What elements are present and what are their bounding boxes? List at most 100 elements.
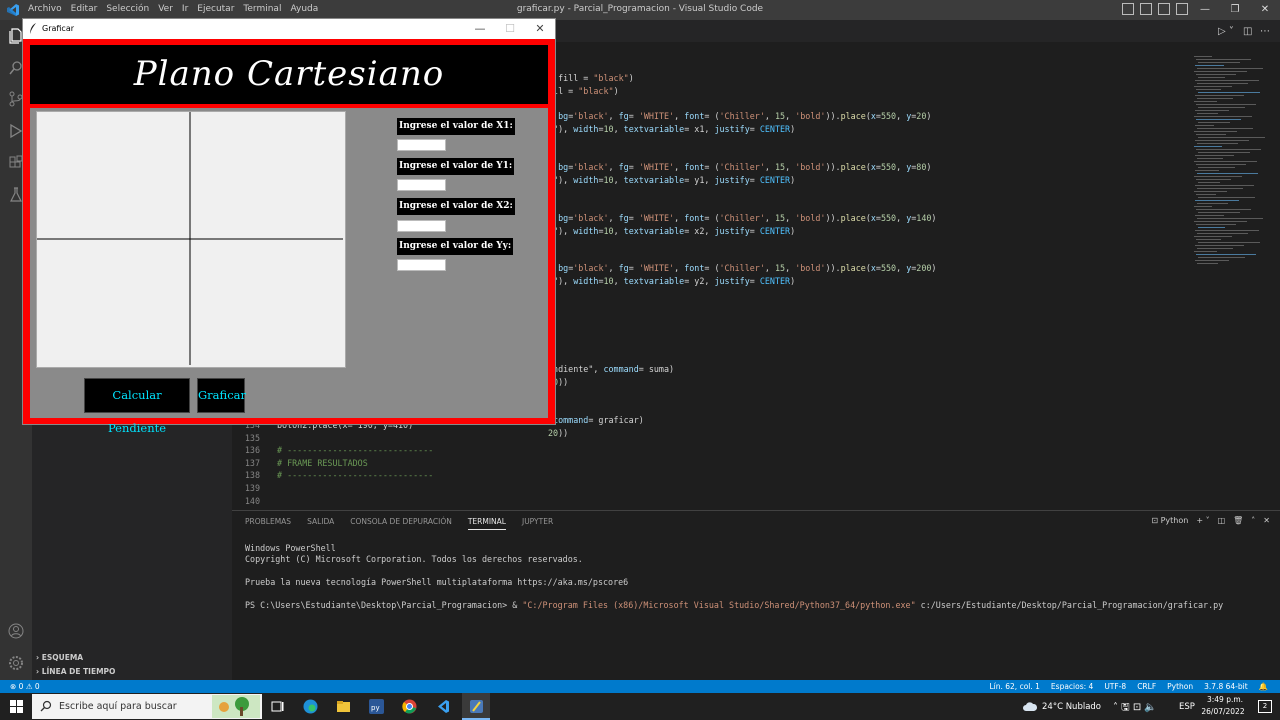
vscode-titlebar: Archivo Editar Selección Ver Ir Ejecutar Termi… xyxy=(0,0,1280,20)
minimize-icon[interactable]: — xyxy=(1190,0,1220,20)
panel-tab[interactable]: TERMINAL xyxy=(467,517,506,530)
run-python-icon[interactable]: ▷ ˅ xyxy=(1218,26,1234,37)
terminal-python-label[interactable]: ⊡ Python xyxy=(1151,516,1188,525)
notifications-icon[interactable]: 2 xyxy=(1258,700,1272,713)
minimap-line xyxy=(1195,200,1239,201)
panel-tab[interactable]: PROBLEMAS xyxy=(245,517,291,530)
minimap-line xyxy=(1197,98,1233,99)
code-line: endiente", command= suma) xyxy=(548,364,675,374)
toggle-sidebar-icon[interactable] xyxy=(1122,3,1134,15)
minimize-icon[interactable]: — xyxy=(465,19,495,39)
tray-icons[interactable]: ˄ 🖫 ⊡ 🔈 xyxy=(1113,700,1157,717)
status-item[interactable]: 3.7.8 64-bit xyxy=(1204,682,1248,691)
minimap-line xyxy=(1197,188,1243,189)
cartesian-canvas[interactable] xyxy=(36,111,346,368)
status-item[interactable]: Espacios: 4 xyxy=(1051,682,1093,691)
label-y2: Ingrese el valor de Yy: xyxy=(397,238,514,255)
minimap-line xyxy=(1197,248,1233,249)
graficar-button[interactable]: Graficar xyxy=(197,378,246,413)
minimap-line xyxy=(1198,242,1260,243)
split-editor-icon[interactable]: ◫ xyxy=(1243,26,1252,37)
kill-terminal-icon[interactable]: 🗑 xyxy=(1233,516,1243,525)
close-icon[interactable]: ✕ xyxy=(525,19,555,39)
status-item[interactable]: Python xyxy=(1167,682,1193,691)
maximize-panel-icon[interactable]: ˄ xyxy=(1251,516,1255,525)
minimap-line xyxy=(1195,80,1259,81)
status-item[interactable]: UTF-8 xyxy=(1104,682,1126,691)
split-terminal-icon[interactable]: ◫ xyxy=(1218,516,1226,525)
minimap-line xyxy=(1195,155,1234,156)
restore-icon[interactable]: ❐ xyxy=(1220,0,1250,20)
tk-window-title: Graficar xyxy=(42,24,75,33)
screen: Archivo Editar Selección Ver Ir Ejecutar Termi… xyxy=(0,0,1280,720)
minimap-line xyxy=(1196,119,1241,120)
panel-tab[interactable]: CONSOLA DE DEPURACIÓN xyxy=(350,517,452,530)
minimap-line xyxy=(1195,245,1244,246)
panel-tab[interactable]: JUPYTER xyxy=(522,517,553,530)
customize-layout-icon[interactable] xyxy=(1176,3,1188,15)
weather-text[interactable]: 24°C Nublado xyxy=(1042,702,1101,712)
timeline-label: LÍNEA DE TIEMPO xyxy=(41,667,116,676)
vscode-taskbar-icon[interactable] xyxy=(435,699,450,714)
script-path: c:/Users/Estudiante/Desktop/Parcial_Prog… xyxy=(915,599,1224,610)
problems-status[interactable]: ⊗ 0 ⚠ 0 xyxy=(10,682,40,691)
minimap-line xyxy=(1194,221,1247,222)
minimap-line xyxy=(1198,92,1260,93)
minimap-line xyxy=(1194,161,1257,162)
terminal-prompt-line: PS C:\Users\Estudiante\Desktop\Parcial_P… xyxy=(245,600,1223,610)
prompt: PS C:\Users\Estudiante\Desktop\Parcial_P… xyxy=(245,599,523,610)
close-icon[interactable]: ✕ xyxy=(1250,0,1280,20)
new-terminal-icon[interactable]: + ˅ xyxy=(1196,516,1209,525)
window-title: graficar.py - Parcial_Programacion - Vis… xyxy=(516,4,764,14)
terminal-name: Python xyxy=(1160,516,1189,525)
edge-icon[interactable] xyxy=(303,699,318,714)
minimap-line xyxy=(1194,191,1227,192)
minimap-line xyxy=(1198,122,1230,123)
code-line: , fill = "black") xyxy=(548,73,634,83)
minimap-line xyxy=(1198,227,1225,228)
status-item[interactable]: Lín. 62, col. 1 xyxy=(989,682,1039,691)
python-idle-icon[interactable]: py xyxy=(369,699,384,714)
minimap-line xyxy=(1198,77,1225,78)
more-actions-icon[interactable]: ⋯ xyxy=(1260,26,1270,37)
entry-x2[interactable] xyxy=(397,220,446,232)
entry-y1[interactable] xyxy=(397,179,446,191)
taskbar-search[interactable]: Escribe aquí para buscar xyxy=(32,694,262,719)
minimap-line xyxy=(1197,158,1223,159)
toggle-secondary-sidebar-icon[interactable] xyxy=(1158,3,1170,15)
notifications-bell-icon[interactable]: 🔔 xyxy=(1259,682,1268,691)
code-line: d"), width=10, textvariable= x1, justify… xyxy=(548,124,796,134)
calcular-pendiente-button[interactable]: Calcular Pendiente xyxy=(84,378,190,435)
line-number: 137 xyxy=(244,457,260,468)
entry-x1[interactable] xyxy=(397,139,446,151)
toggle-panel-icon[interactable] xyxy=(1140,3,1152,15)
close-panel-icon[interactable]: ✕ xyxy=(1263,516,1270,525)
code-line: , bg='black', fg= 'WHITE', font= ('Chill… xyxy=(548,263,937,273)
code-line: , bg='black', fg= 'WHITE', font= ('Chill… xyxy=(548,111,932,121)
outline-section[interactable]: › ESQUEMA xyxy=(36,653,83,662)
minimap-line xyxy=(1196,224,1236,225)
file-explorer-icon[interactable] xyxy=(336,699,351,714)
language-indicator[interactable]: ESP xyxy=(1179,702,1195,712)
minimap-line xyxy=(1197,83,1248,84)
label-x1: Ingrese el valor de X1: xyxy=(397,118,515,135)
minimap-line xyxy=(1196,149,1261,150)
terminal-line: Prueba la nueva tecnología PowerShell mu… xyxy=(245,576,629,587)
clock-date[interactable]: 26/07/2022 xyxy=(1199,707,1247,716)
account-icon[interactable] xyxy=(8,623,24,639)
minimap-line xyxy=(1195,140,1249,141)
maximize-icon[interactable]: ☐ xyxy=(495,19,525,39)
settings-gear-icon[interactable] xyxy=(8,655,24,671)
panel-tab[interactable]: SALIDA xyxy=(307,517,334,530)
status-item[interactable]: CRLF xyxy=(1137,682,1156,691)
chrome-icon[interactable] xyxy=(402,699,417,714)
active-python-app[interactable] xyxy=(462,693,490,720)
task-view-icon[interactable] xyxy=(270,699,285,714)
tk-main-frame: Ingrese el valor de X1: Ingrese el valor… xyxy=(30,108,548,435)
windows-start-icon[interactable] xyxy=(10,700,23,713)
timeline-section[interactable]: › LÍNEA DE TIEMPO xyxy=(36,667,115,676)
entry-y2[interactable] xyxy=(397,259,446,271)
minimap[interactable] xyxy=(1194,56,1274,276)
search-icon xyxy=(40,700,52,712)
clock-time[interactable]: 3:49 p.m. xyxy=(1203,695,1247,704)
